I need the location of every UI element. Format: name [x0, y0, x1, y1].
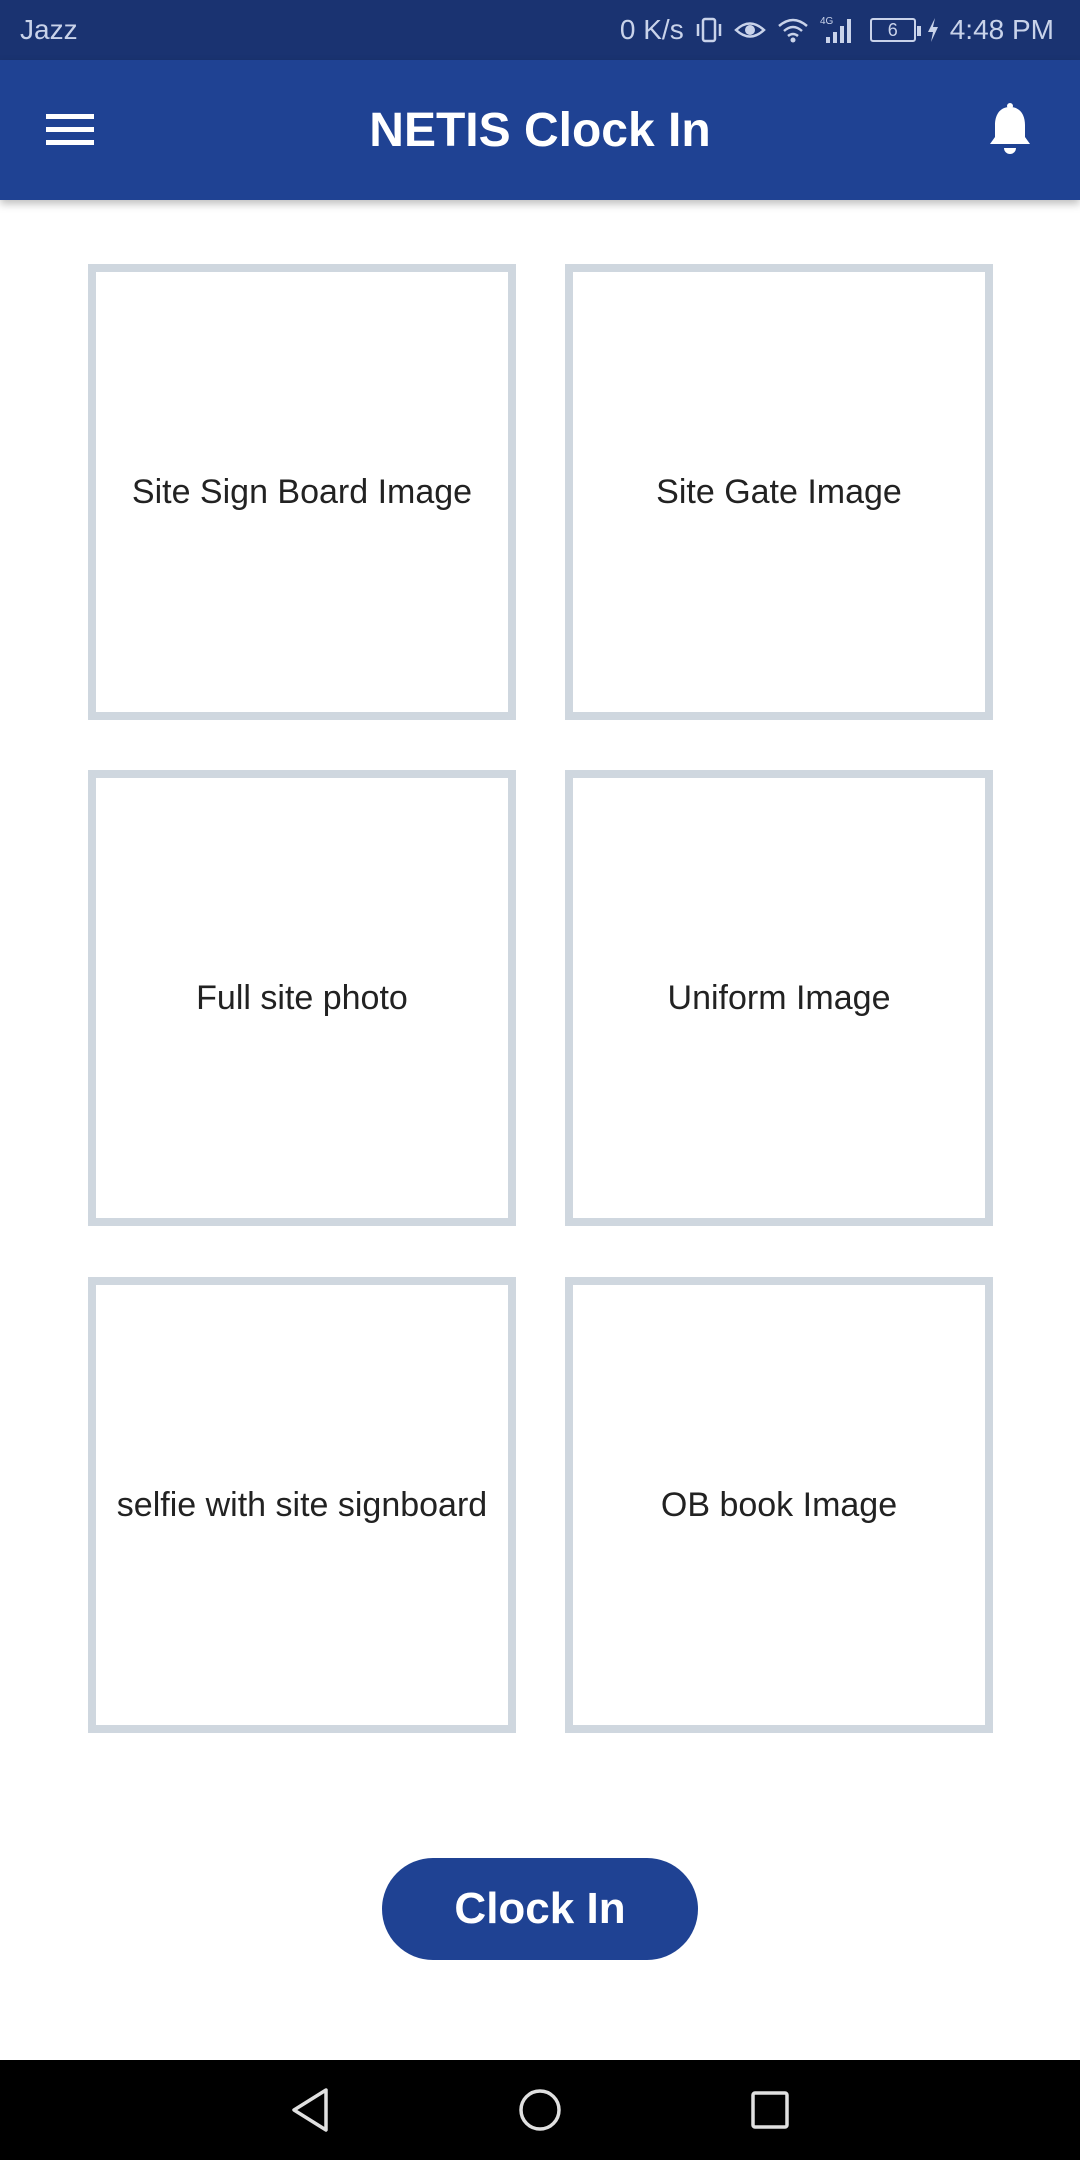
vibrate-icon: [694, 16, 724, 44]
notifications-button[interactable]: [980, 100, 1040, 160]
clock-in-button[interactable]: Clock In: [382, 1858, 698, 1960]
uniform-image-tile[interactable]: Uniform Image: [565, 770, 993, 1226]
home-button[interactable]: [510, 2080, 570, 2140]
bell-icon: [990, 103, 1030, 154]
status-indicators: 0 K/s 4G 6 4:48 PM: [620, 14, 1054, 46]
tile-label: Site Sign Board Image: [131, 472, 473, 511]
back-button[interactable]: [280, 2080, 340, 2140]
app-bar: NETIS Clock In: [0, 60, 1080, 200]
battery-level: 6: [887, 19, 898, 40]
charging-icon: [926, 17, 940, 43]
cellular-signal-icon: 4G: [820, 15, 856, 45]
selfie-with-signboard-tile[interactable]: selfie with site signboard: [88, 1277, 516, 1733]
full-site-photo-tile[interactable]: Full site photo: [88, 770, 516, 1226]
hamburger-menu-icon: [46, 114, 94, 145]
status-bar: Jazz 0 K/s 4G 6 4:48 PM: [0, 0, 1080, 60]
home-circle-icon: [519, 2089, 561, 2131]
carrier-name: Jazz: [20, 14, 78, 45]
site-gate-image-tile[interactable]: Site Gate Image: [565, 264, 993, 720]
site-sign-board-image-tile[interactable]: Site Sign Board Image: [88, 264, 516, 720]
network-type-label: 4G: [820, 16, 834, 27]
recents-square-icon: [751, 2091, 789, 2129]
network-speed: 0 K/s: [619, 14, 684, 45]
back-triangle-icon: [292, 2088, 328, 2132]
eye-comfort-icon: [733, 17, 766, 43]
ob-book-image-tile[interactable]: OB book Image: [565, 1277, 993, 1733]
tile-label: Full site photo: [196, 978, 408, 1017]
tile-label: Site Gate Image: [656, 472, 902, 511]
menu-button[interactable]: [40, 104, 100, 156]
recents-button[interactable]: [740, 2080, 800, 2140]
tile-label: selfie with site signboard: [116, 1485, 488, 1524]
navigation-bar: [0, 2060, 1080, 2160]
page-title: NETIS Clock In: [369, 103, 711, 157]
tile-label: Uniform Image: [667, 978, 891, 1017]
wifi-icon: [776, 16, 810, 44]
tile-label: OB book Image: [660, 1485, 898, 1524]
clock-time: 4:48 PM: [949, 14, 1054, 45]
battery-icon: 6: [869, 18, 921, 42]
